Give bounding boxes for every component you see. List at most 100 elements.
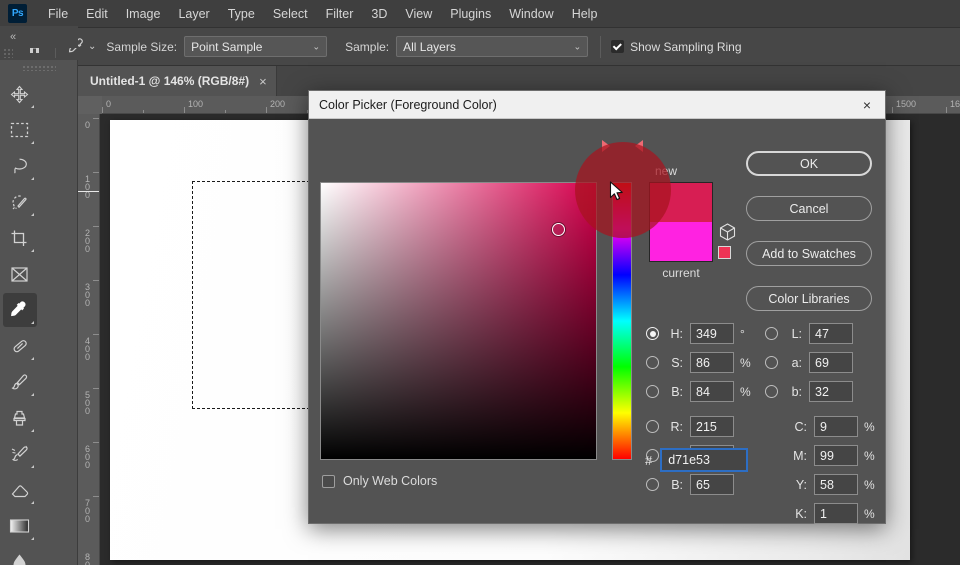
brush-tool[interactable] (0, 364, 39, 400)
field-row-brightness[interactable]: B: 84 % (646, 381, 751, 402)
marquee-tool[interactable] (0, 112, 39, 148)
lasso-tool[interactable] (0, 148, 39, 184)
input-hue[interactable]: 349 (690, 323, 734, 344)
input-brightness[interactable]: 84 (690, 381, 734, 402)
field-row-black[interactable]: K: 1 % (790, 503, 875, 524)
hex-symbol: # (645, 452, 653, 468)
gradient-tool[interactable] (0, 508, 39, 544)
mouse-cursor-icon (609, 181, 625, 208)
tool-expand-indicator (31, 321, 34, 324)
input-lab-b[interactable]: 32 (809, 381, 853, 402)
unit-saturation: % (740, 355, 751, 370)
toolbar-grip[interactable] (21, 65, 56, 71)
add-to-swatches-button[interactable]: Add to Swatches (746, 241, 872, 266)
input-lab-l[interactable]: 47 (809, 323, 853, 344)
document-tab[interactable]: Untitled-1 @ 146% (RGB/8#) × (78, 66, 277, 96)
close-icon[interactable]: × (259, 74, 267, 89)
menu-3d[interactable]: 3D (362, 3, 396, 25)
color-preview-box[interactable] (649, 182, 713, 262)
close-icon[interactable]: × (855, 98, 879, 112)
ruler-tick-h: 200 (270, 99, 286, 109)
input-lab-a[interactable]: 69 (809, 352, 853, 373)
out-of-gamut-cube-icon[interactable] (719, 223, 736, 246)
menu-edit[interactable]: Edit (77, 3, 117, 25)
menu-view[interactable]: View (396, 3, 441, 25)
field-row-red[interactable]: R: 215 (646, 416, 734, 437)
collapse-panel-button[interactable]: « (0, 26, 78, 48)
crop-tool[interactable] (0, 220, 39, 256)
menu-help[interactable]: Help (563, 3, 607, 25)
menu-type[interactable]: Type (219, 3, 264, 25)
vertical-ruler[interactable]: 0 100 200 300 400 500 600 700 80 (78, 114, 100, 565)
hue-slider-arrow-right[interactable] (635, 140, 643, 152)
options-divider-2 (600, 35, 602, 58)
menu-filter[interactable]: Filter (317, 3, 363, 25)
input-blue[interactable]: 65 (690, 474, 734, 495)
show-sampling-ring-checkbox[interactable]: Show Sampling Ring (611, 40, 742, 54)
only-web-colors-checkbox[interactable]: Only Web Colors (322, 474, 437, 488)
history-brush-tool[interactable] (0, 436, 39, 472)
radio-red[interactable] (646, 420, 659, 433)
input-saturation[interactable]: 86 (690, 352, 734, 373)
field-row-hue[interactable]: H: 349 ° (646, 323, 745, 344)
field-row-cyan[interactable]: C: 9 % (790, 416, 875, 437)
radio-brightness[interactable] (646, 385, 659, 398)
radio-lab-l[interactable] (765, 327, 778, 340)
ruler-tick-v: 600 (84, 444, 90, 470)
frame-tool[interactable] (0, 256, 39, 292)
eraser-tool[interactable] (0, 472, 39, 508)
hue-slider[interactable] (612, 182, 632, 460)
field-row-yellow[interactable]: Y: 58 % (790, 474, 875, 495)
hue-slider-arrow-left[interactable] (602, 140, 610, 152)
cancel-button[interactable]: Cancel (746, 196, 872, 221)
sample-size-select[interactable]: Point Sample ⌄ (184, 36, 328, 57)
hex-input[interactable]: d71e53 (660, 448, 749, 472)
menu-select[interactable]: Select (264, 3, 317, 25)
clone-stamp-tool[interactable] (0, 400, 39, 436)
web-safe-color-swatch[interactable] (718, 246, 731, 259)
menu-image[interactable]: Image (117, 3, 170, 25)
ruler-tick-v: 0 (84, 120, 90, 130)
menu-window[interactable]: Window (500, 3, 562, 25)
radio-lab-a[interactable] (765, 356, 778, 369)
field-row-blue[interactable]: B: 65 (646, 474, 734, 495)
input-red[interactable]: 215 (690, 416, 734, 437)
sample-size-value: Point Sample (191, 39, 263, 54)
field-row-lab-b[interactable]: b: 32 (765, 381, 853, 402)
blur-tool[interactable] (0, 544, 39, 565)
input-cyan[interactable]: 9 (814, 416, 858, 437)
field-row-lab-a[interactable]: a: 69 (765, 352, 853, 373)
hex-field-row[interactable]: # d71e53 (645, 448, 749, 472)
color-libraries-button[interactable]: Color Libraries (746, 286, 872, 311)
move-tool[interactable] (0, 76, 39, 112)
menu-layer[interactable]: Layer (169, 3, 218, 25)
radio-blue[interactable] (646, 478, 659, 491)
menu-file[interactable]: File (39, 3, 77, 25)
label-lab-a: a: (791, 355, 802, 370)
dialog-title-bar[interactable]: Color Picker (Foreground Color) × (309, 91, 885, 119)
label-black: K: (795, 506, 807, 521)
input-magenta[interactable]: 99 (814, 445, 858, 466)
saturation-brightness-field[interactable] (320, 182, 597, 460)
ruler-tick-v: 80 (84, 552, 90, 565)
radio-saturation[interactable] (646, 356, 659, 369)
input-yellow[interactable]: 58 (814, 474, 858, 495)
field-row-lab-l[interactable]: L: 47 (765, 323, 853, 344)
eyedropper-tool[interactable] (0, 292, 39, 328)
input-black[interactable]: 1 (814, 503, 858, 524)
sb-marker-ring[interactable] (552, 223, 565, 236)
current-color-swatch[interactable] (650, 222, 712, 261)
ok-button[interactable]: OK (746, 151, 872, 176)
radio-lab-b[interactable] (765, 385, 778, 398)
new-color-swatch[interactable] (650, 183, 712, 222)
field-row-saturation[interactable]: S: 86 % (646, 352, 751, 373)
label-cyan: C: (794, 419, 808, 434)
quick-selection-tool[interactable] (0, 184, 39, 220)
healing-brush-tool[interactable] (0, 328, 39, 364)
tool-preset-caret-icon[interactable]: ⌄ (88, 41, 96, 52)
field-row-magenta[interactable]: M: 99 % (790, 445, 875, 466)
radio-hue[interactable] (646, 327, 659, 340)
label-magenta: M: (793, 448, 807, 463)
menu-plugins[interactable]: Plugins (441, 3, 500, 25)
sample-select[interactable]: All Layers ⌄ (396, 36, 589, 57)
